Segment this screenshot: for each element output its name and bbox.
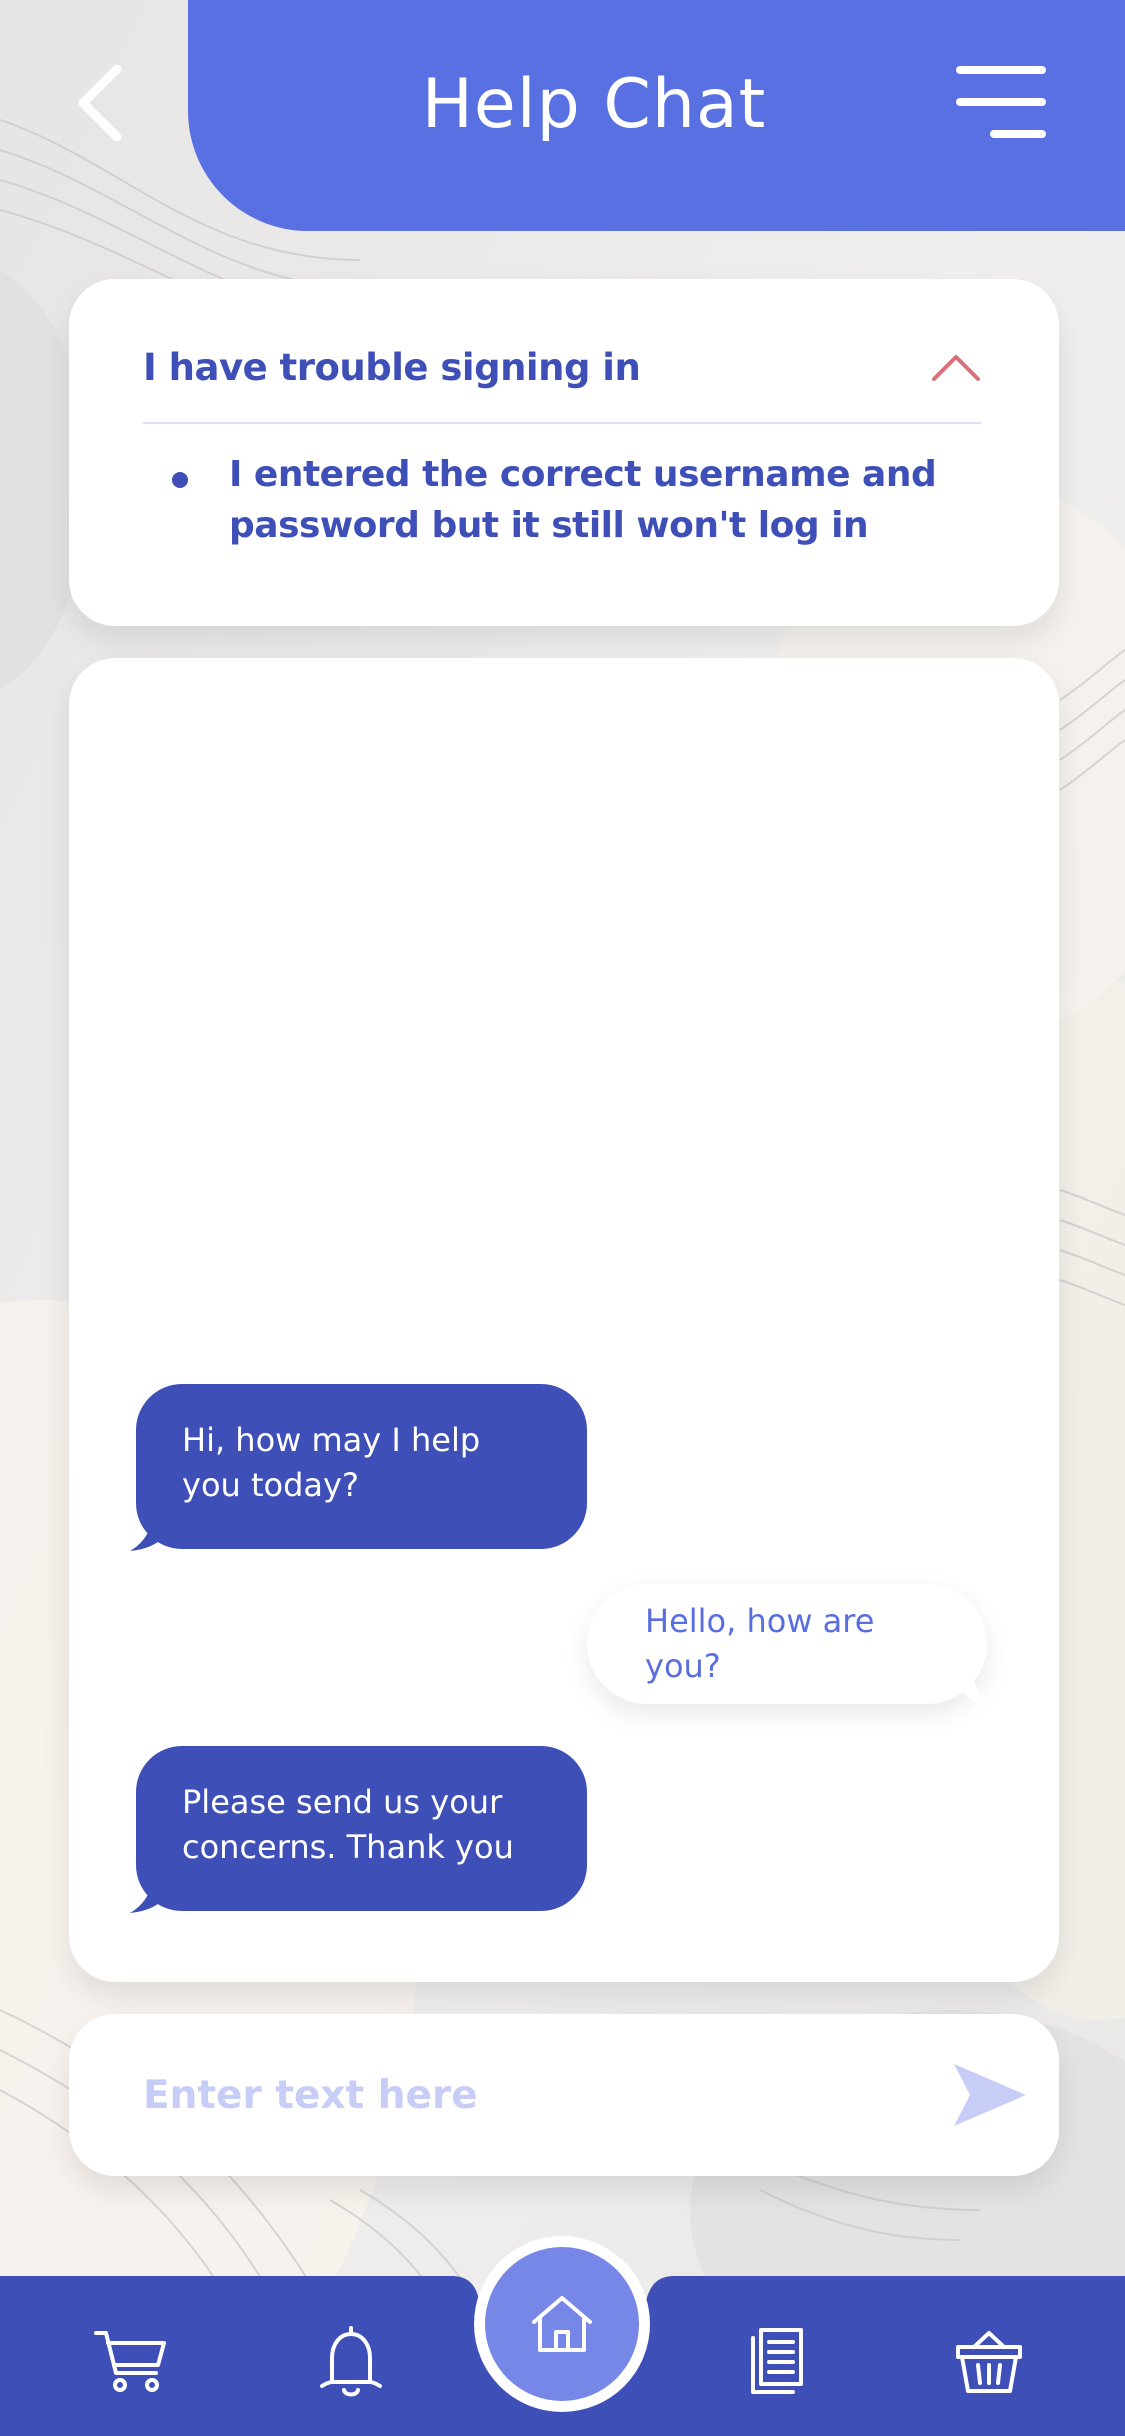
nav-basket[interactable]: [944, 2322, 1034, 2402]
nav-home[interactable]: [474, 2236, 650, 2412]
home-button-inner: [485, 2247, 639, 2401]
bell-icon: [320, 2326, 382, 2397]
page-title: Help Chat: [421, 65, 767, 144]
bottom-navigation: [0, 2236, 1125, 2436]
menu-button[interactable]: [950, 62, 1050, 147]
chevron-left-icon: [78, 65, 122, 141]
message-input[interactable]: [143, 2059, 903, 2131]
message-composer: [69, 2014, 1059, 2176]
bubble-tail-icon: [130, 1517, 170, 1551]
divider: [143, 422, 981, 424]
back-button[interactable]: [60, 58, 140, 148]
support-message-bubble: Please send us your concerns. Thank you: [130, 1746, 587, 1913]
bullet-icon: [172, 472, 188, 488]
message-text: Please send us your concerns. Thank you: [182, 1783, 514, 1866]
support-message-bubble: Hi, how may I help you today?: [130, 1384, 587, 1551]
user-message-bubble: Hello, how are you?: [587, 1584, 993, 1704]
nav-cart[interactable]: [86, 2322, 176, 2402]
menu-line: [956, 66, 1046, 74]
faq-answer: I entered the correct username and passw…: [229, 454, 937, 546]
send-button[interactable]: [952, 2062, 1028, 2128]
menu-line: [956, 98, 1046, 106]
chevron-up-icon[interactable]: [931, 349, 981, 385]
bubble-tail-icon: [130, 1879, 170, 1913]
chat-window[interactable]: Hi, how may I help you today? Hello, how…: [69, 658, 1059, 1982]
message-text: Hello, how are you?: [645, 1602, 875, 1685]
bubble-tail-icon: [959, 1674, 993, 1704]
home-icon: [532, 2296, 592, 2352]
document-icon: [751, 2328, 803, 2394]
faq-question[interactable]: I have trouble signing in: [143, 343, 641, 393]
cart-icon: [94, 2331, 166, 2392]
nav-notifications[interactable]: [306, 2322, 396, 2402]
message-text: Hi, how may I help you today?: [182, 1421, 481, 1504]
faq-card[interactable]: I have trouble signing in I entered the …: [69, 279, 1059, 626]
basket-icon: [956, 2331, 1022, 2393]
send-icon: [954, 2064, 1026, 2126]
menu-line: [990, 130, 1046, 138]
nav-documents[interactable]: [732, 2322, 822, 2402]
